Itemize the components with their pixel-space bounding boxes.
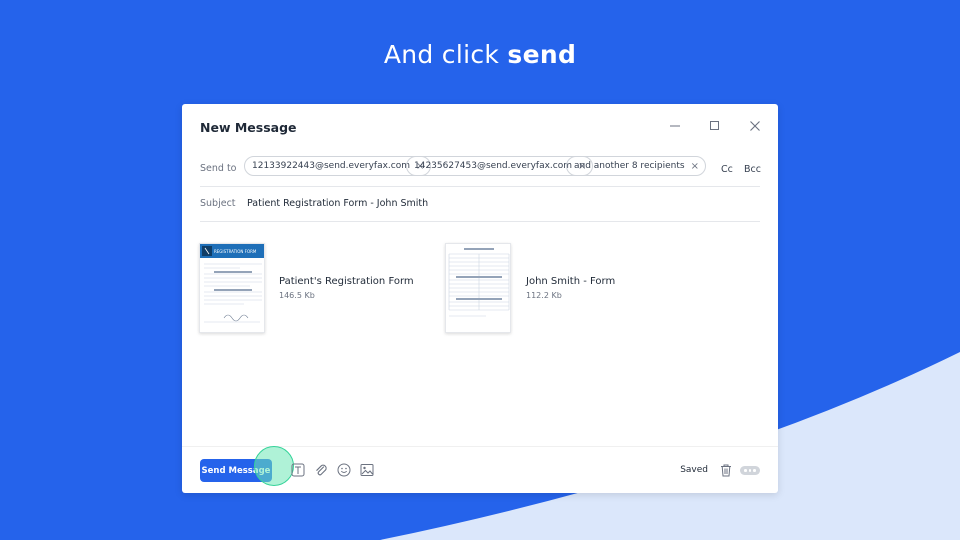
send-to-label: Send to bbox=[200, 163, 237, 174]
patient-form-preview bbox=[448, 248, 510, 317]
remove-recipient-icon[interactable]: × bbox=[691, 161, 699, 172]
compose-footer: Send Message Saved bbox=[182, 446, 778, 493]
paperclip-icon bbox=[316, 464, 327, 476]
attachment-size: 146.5 Kb bbox=[279, 291, 315, 300]
maximize-button[interactable] bbox=[707, 118, 723, 134]
thumb-title: REGISTRATION FORM bbox=[214, 249, 257, 254]
maximize-icon bbox=[710, 121, 719, 130]
emoji-icon bbox=[337, 463, 351, 477]
attach-file-button[interactable] bbox=[313, 462, 329, 478]
more-options-button[interactable] bbox=[740, 466, 760, 475]
send-to-row: Send to 12133922443@send.everyfax.com × … bbox=[200, 150, 761, 187]
trash-icon bbox=[721, 464, 731, 477]
new-message-dialog: New Message Send to 12133922443@send.eve… bbox=[182, 104, 778, 493]
subject-input[interactable]: Patient Registration Form - John Smith bbox=[247, 198, 428, 209]
headline-bold-text: send bbox=[507, 40, 577, 69]
bcc-button[interactable]: Bcc bbox=[744, 164, 761, 175]
close-button[interactable] bbox=[747, 118, 763, 134]
delete-button[interactable] bbox=[718, 462, 734, 478]
attachment-size: 112.2 Kb bbox=[526, 291, 562, 300]
recipient-chip-label: 12133922443@send.everyfax.com bbox=[252, 161, 411, 171]
recipient-chip-label: 14235627453@send.everyfax.com bbox=[414, 161, 573, 171]
attachment-thumbnail[interactable]: REGISTRATION FORM bbox=[199, 243, 265, 333]
subject-row: Subject Patient Registration Form - John… bbox=[200, 187, 760, 222]
attachment-name: John Smith - Form bbox=[526, 276, 616, 287]
headline-text: And click bbox=[383, 40, 500, 69]
text-format-icon bbox=[291, 463, 305, 477]
cc-button[interactable]: Cc bbox=[721, 164, 733, 175]
recipient-chip-label: and another 8 recipients bbox=[574, 161, 685, 171]
minimize-icon bbox=[670, 125, 680, 127]
minimize-button[interactable] bbox=[667, 118, 683, 134]
headline: And click send bbox=[0, 40, 960, 69]
attachment-thumbnail[interactable] bbox=[445, 243, 511, 333]
text-format-button[interactable] bbox=[290, 462, 306, 478]
saved-status: Saved bbox=[680, 465, 708, 475]
attachment-name: Patient's Registration Form bbox=[279, 276, 414, 287]
insert-image-button[interactable] bbox=[359, 462, 375, 478]
close-icon bbox=[750, 121, 760, 131]
dialog-title: New Message bbox=[200, 120, 297, 135]
image-icon bbox=[360, 464, 374, 476]
recipient-chip[interactable]: and another 8 recipients × bbox=[566, 156, 706, 176]
more-icon bbox=[744, 469, 747, 472]
registration-form-preview: REGISTRATION FORM bbox=[200, 244, 264, 323]
subject-label: Subject bbox=[200, 198, 236, 209]
recipient-chip[interactable]: 12133922443@send.everyfax.com × bbox=[244, 156, 432, 176]
click-indicator bbox=[254, 446, 294, 486]
emoji-button[interactable] bbox=[336, 462, 352, 478]
